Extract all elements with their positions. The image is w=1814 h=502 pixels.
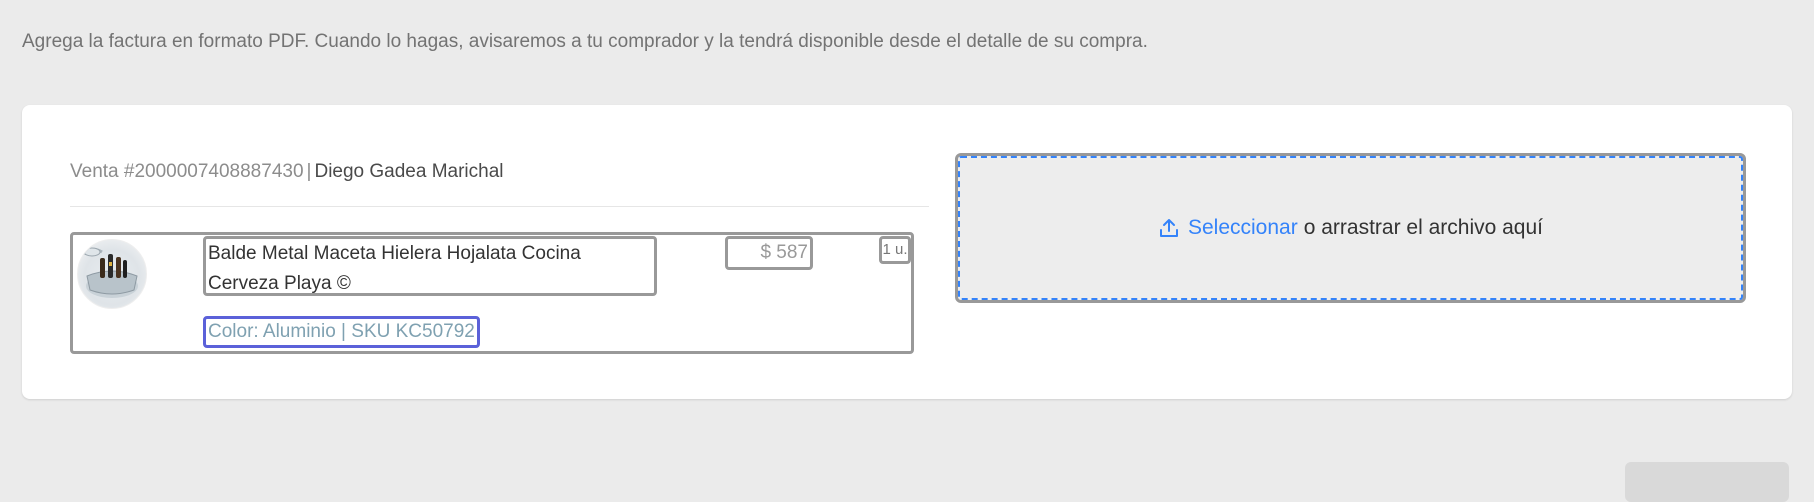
product-attributes: Color: Aluminio | SKU KC50792 bbox=[203, 316, 480, 348]
footer-action-button[interactable] bbox=[1625, 462, 1789, 502]
select-file-link[interactable]: Seleccionar bbox=[1188, 216, 1298, 240]
product-title[interactable]: Balde Metal Maceta Hielera Hojalata Coci… bbox=[203, 236, 657, 296]
product-quantity: 1 u. bbox=[879, 236, 911, 264]
dropzone-content[interactable]: Seleccionar o arrastrar el archivo aquí bbox=[958, 156, 1743, 300]
drag-instruction: o arrastrar el archivo aquí bbox=[1303, 216, 1543, 239]
sale-separator: | bbox=[306, 161, 312, 182]
ice-bucket-icon bbox=[82, 247, 138, 298]
file-dropzone[interactable]: Seleccionar o arrastrar el archivo aquí bbox=[955, 153, 1746, 303]
sale-number: Venta #2000007408887430 bbox=[70, 161, 304, 182]
upload-icon bbox=[1159, 219, 1178, 237]
product-price: $ 587 bbox=[725, 236, 813, 270]
sale-header: Venta #2000007408887430 | Diego Gadea Mari… bbox=[70, 161, 504, 183]
buyer-name: Diego Gadea Marichal bbox=[314, 161, 504, 182]
intro-text: Agrega la factura en formato PDF. Cuando… bbox=[22, 31, 1148, 52]
divider bbox=[70, 206, 929, 207]
order-item: Balde Metal Maceta Hielera Hojalata Coci… bbox=[70, 232, 914, 354]
invoice-card: Venta #2000007408887430 | Diego Gadea Mari… bbox=[22, 105, 1792, 399]
product-thumbnail bbox=[77, 239, 147, 309]
